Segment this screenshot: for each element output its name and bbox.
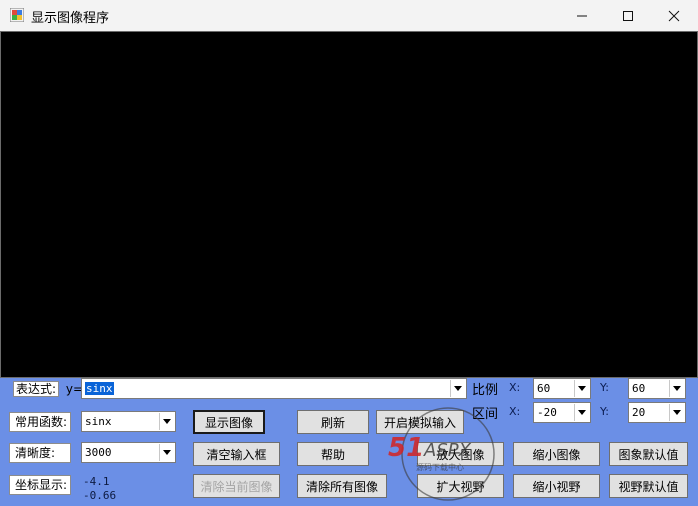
scale-x-combo[interactable]: 60 [533,378,591,399]
chevron-down-icon [673,386,681,391]
simulate-input-button[interactable]: 开启模拟输入 [376,410,464,434]
chevron-down-icon [578,410,586,415]
scale-y-combo[interactable]: 60 [628,378,686,399]
maximize-icon [623,10,633,21]
functions-combo[interactable]: sinx [81,411,176,432]
interval-y-label: Y: [600,405,609,418]
chevron-down-icon [578,386,586,391]
functions-value: sinx [85,415,112,428]
expression-combo[interactable]: sinx [81,378,467,399]
graph-canvas[interactable] [0,31,698,378]
chevron-down-icon [163,419,171,424]
interval-y-value: 20 [632,406,646,419]
interval-x-label: X: [509,405,521,418]
close-icon [668,10,680,21]
minimize-icon [577,15,587,16]
zoom-in-image-button[interactable]: 放大图像 [417,442,504,466]
view-default-button[interactable]: 视野默认值 [609,474,688,498]
interval-x-combo[interactable]: -20 [533,402,591,423]
chevron-down-icon [454,386,462,391]
functions-dropdown-button[interactable] [159,413,174,430]
expression-value: sinx [85,382,114,395]
coord-display-label: 坐标显示: [9,475,71,495]
clear-current-image-button[interactable]: 清除当前图像 [193,474,280,498]
minimize-button[interactable] [559,0,605,31]
expression-dropdown-button[interactable] [450,380,465,397]
expression-label: 表达式: y= [9,380,83,400]
close-button[interactable] [651,0,697,31]
help-button[interactable]: 帮助 [297,442,369,466]
resolution-label: 清晰度: [9,443,71,463]
title-bar: 显示图像程序 [0,0,698,31]
scale-x-label: X: [509,381,521,394]
scale-y-label: Y: [600,381,609,394]
image-default-button[interactable]: 图象默认值 [609,442,688,466]
app-icon [10,8,24,22]
coord-y-value: -0.66 [83,489,117,502]
interval-x-value: -20 [537,406,557,419]
clear-input-button[interactable]: 清空输入框 [193,442,280,466]
show-image-button[interactable]: 显示图像 [193,410,265,434]
chevron-down-icon [163,450,171,455]
chevron-down-icon [673,410,681,415]
scale-x-value: 60 [537,382,551,395]
enlarge-view-button[interactable]: 扩大视野 [417,474,504,498]
coord-x-value: -4.1 [83,475,110,488]
expression-label-text: 表达式: [13,381,60,397]
scale-label: 比例 [472,383,499,398]
interval-y-dropdown-button[interactable] [669,404,684,421]
maximize-button[interactable] [605,0,651,31]
interval-label: 区间 [472,407,499,422]
scale-y-value: 60 [632,382,646,395]
resolution-combo[interactable]: 3000 [81,442,176,463]
resolution-value: 3000 [85,446,112,459]
scale-x-dropdown-button[interactable] [574,380,589,397]
shrink-view-button[interactable]: 缩小视野 [513,474,600,498]
window-title: 显示图像程序 [31,11,110,26]
refresh-button[interactable]: 刷新 [297,410,369,434]
zoom-out-image-button[interactable]: 缩小图像 [513,442,600,466]
functions-label: 常用函数: [9,412,71,432]
interval-y-combo[interactable]: 20 [628,402,686,423]
resolution-dropdown-button[interactable] [159,444,174,461]
interval-x-dropdown-button[interactable] [574,404,589,421]
scale-y-dropdown-button[interactable] [669,380,684,397]
clear-all-images-button[interactable]: 清除所有图像 [297,474,387,498]
